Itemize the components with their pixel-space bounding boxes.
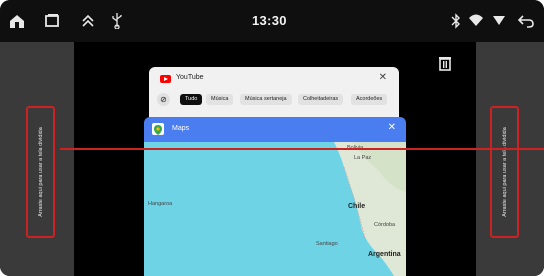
bluetooth-icon (451, 13, 461, 29)
map-land-shape (334, 142, 406, 276)
map-view[interactable]: Bolivia La Paz Chile Córdoba Santiago Ar… (144, 142, 406, 276)
youtube-close-button[interactable]: ✕ (379, 72, 387, 83)
split-screen-right-zone[interactable]: Arraste aqui para usar a tela dividida (476, 42, 544, 276)
chip-tudo[interactable]: Tudo (180, 94, 203, 105)
split-drop-target-left[interactable]: Arraste aqui para usar a tela dividida (26, 106, 55, 238)
maps-card-header: Maps ✕ (144, 117, 406, 142)
map-label-chile: Chile (348, 203, 366, 210)
back-icon[interactable] (518, 13, 534, 29)
youtube-logo-icon (160, 75, 171, 83)
screen: 13:30 Arraste aqui para usar a tela divi… (0, 0, 544, 276)
split-guide-line (60, 148, 544, 150)
expand-up-icon[interactable] (81, 13, 95, 29)
usb-icon (111, 12, 123, 29)
split-screen-left-zone[interactable]: Arraste aqui para usar a tela dividida (0, 42, 74, 276)
youtube-card-title: YouTube (176, 74, 204, 81)
clear-all-trash-icon[interactable] (437, 55, 453, 71)
wifi-icon (468, 12, 484, 28)
maps-card-title: Maps (172, 125, 190, 132)
maps-app-card[interactable]: Maps ✕ Bolivia La Paz Chile Córdoba Sant… (144, 117, 406, 276)
signal-icon (492, 13, 506, 27)
chip-colheitadeiras[interactable]: Colheitadeiras (298, 94, 344, 105)
split-hint-left: Arraste aqui para usar a tela dividida (37, 127, 44, 217)
map-label-ocean: Hangaroa (148, 201, 173, 207)
map-label-santiago: Santiago (316, 241, 338, 247)
youtube-chip-bar: ⊘ Tudo Música Música sertaneja Colheitad… (149, 91, 399, 109)
home-icon[interactable] (8, 12, 26, 30)
clock: 13:30 (252, 13, 287, 28)
split-drop-target-right[interactable]: Arraste aqui para usar a tela dividida (490, 106, 519, 238)
chip-musica[interactable]: Música (206, 94, 234, 105)
map-label-la-paz: La Paz (354, 155, 372, 161)
chip-acordeoes[interactable]: Acordeões (351, 94, 388, 105)
map-label-argentina: Argentina (368, 251, 401, 258)
explore-compass-icon[interactable]: ⊘ (157, 93, 170, 106)
status-bar: 13:30 (0, 0, 544, 42)
maps-close-button[interactable]: ✕ (388, 122, 396, 133)
maps-logo-icon (152, 123, 164, 135)
chip-musica-sertaneja[interactable]: Música sertaneja (240, 94, 292, 105)
youtube-card-header: YouTube ✕ (149, 67, 399, 91)
map-label-cordoba: Córdoba (374, 222, 396, 228)
split-hint-right: Arraste aqui para usar a tela dividida (501, 127, 508, 217)
recents-icon[interactable] (44, 13, 60, 29)
